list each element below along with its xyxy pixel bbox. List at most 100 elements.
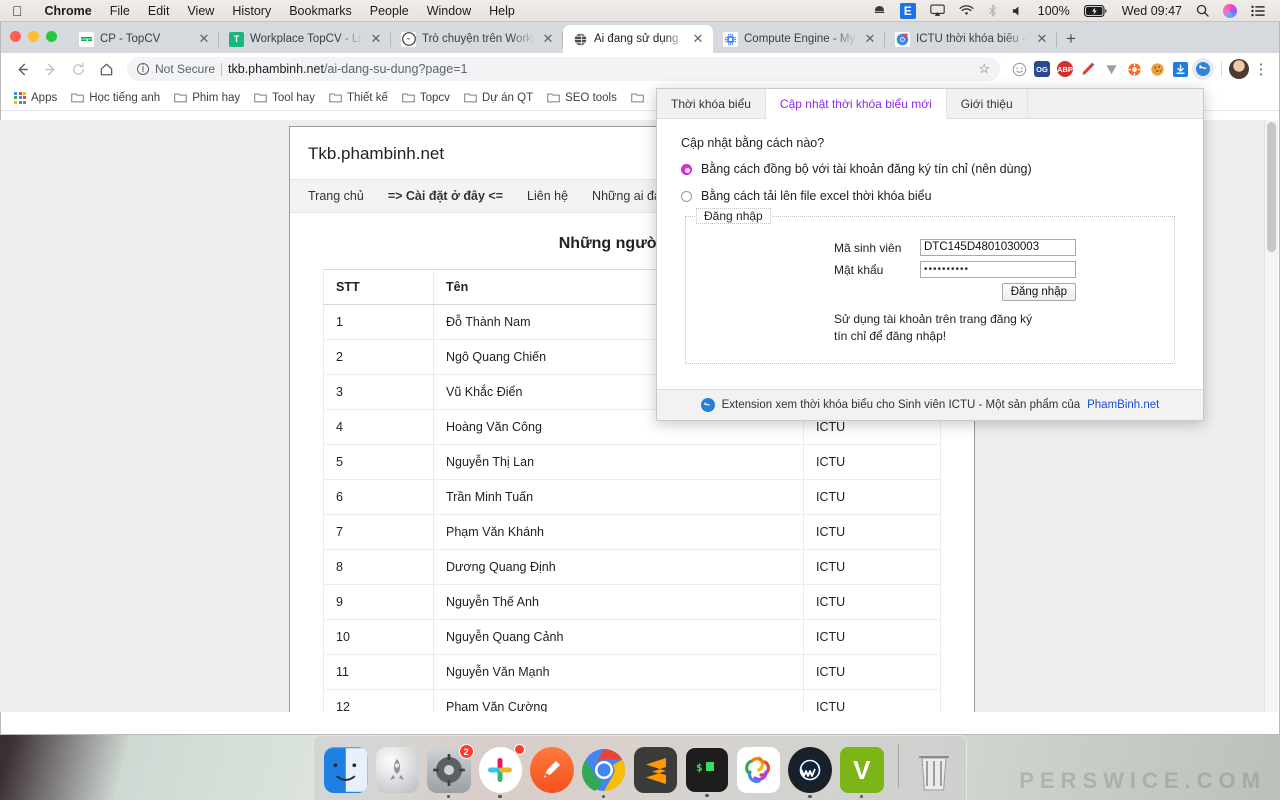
new-tab-button[interactable]: +: [1057, 25, 1085, 53]
info-icon[interactable]: i: [137, 63, 149, 75]
dock-item-photos[interactable]: [736, 747, 781, 793]
student-id-label: Mã sinh viên: [834, 240, 902, 255]
dock-item-system-preferences[interactable]: 2: [427, 744, 474, 798]
close-tab-icon[interactable]: ✕: [369, 31, 383, 47]
dock-item-sketch[interactable]: [530, 747, 574, 793]
tab-title: Workplace TopCV - Lịch s: [250, 33, 363, 45]
menu-chrome[interactable]: Chrome: [36, 4, 101, 18]
bookmark-tool-hay[interactable]: Tool hay: [247, 90, 322, 106]
close-tab-icon[interactable]: ✕: [691, 31, 705, 47]
color-pen-icon[interactable]: [1077, 58, 1099, 80]
apps-shortcut[interactable]: Apps: [7, 90, 64, 106]
evernote-status-icon[interactable]: E: [893, 2, 923, 19]
option-upload-excel[interactable]: Bằng cách tải lên file excel thời khóa b…: [681, 189, 1181, 203]
reload-button[interactable]: [65, 56, 91, 82]
menu-bookmarks[interactable]: Bookmarks: [280, 4, 361, 18]
menu-edit[interactable]: Edit: [139, 4, 179, 18]
menu-history[interactable]: History: [223, 4, 280, 18]
bookmark-topcv[interactable]: Topcv: [395, 90, 457, 106]
menu-view[interactable]: View: [178, 4, 223, 18]
running-dot: [859, 794, 864, 798]
siri-icon[interactable]: [1216, 3, 1244, 18]
password-input[interactable]: [920, 261, 1076, 278]
dropbox-icon[interactable]: [866, 4, 893, 17]
dock-item-finder[interactable]: [324, 747, 368, 793]
airplay-icon[interactable]: [923, 4, 952, 17]
tab-cap-nhat-thoi-khoa-bieu-moi[interactable]: Cập nhật thời khóa biểu mới: [765, 89, 947, 119]
dock-item-slack[interactable]: [478, 744, 526, 798]
nav-cai-dat[interactable]: => Cài đặt ở đây <=: [388, 189, 503, 203]
nav-trang-chu[interactable]: Trang chủ: [308, 189, 364, 203]
login-button[interactable]: Đăng nhập: [1001, 283, 1076, 301]
dock-item-vysor[interactable]: V: [840, 747, 884, 798]
menu-people[interactable]: People: [361, 4, 418, 18]
volume-icon[interactable]: [1004, 5, 1031, 17]
v-extension-icon[interactable]: [1100, 58, 1122, 80]
cookie-icon[interactable]: [1146, 58, 1168, 80]
dock-item-launchpad[interactable]: [375, 747, 420, 793]
menu-help[interactable]: Help: [480, 4, 524, 18]
bluetooth-icon[interactable]: [981, 4, 1004, 17]
bookmark-thiet-ke[interactable]: Thiết kế: [322, 90, 395, 106]
dock-item-workplace-chat[interactable]: [788, 747, 833, 798]
download-icon[interactable]: [1169, 58, 1191, 80]
tab-ai-dang-su-dung[interactable]: Ai đang sử dụng ✕: [563, 25, 713, 53]
folder-icon: [174, 93, 187, 103]
student-id-input[interactable]: [920, 239, 1076, 256]
tab-workplace-topcv[interactable]: T Workplace TopCV - Lịch s ✕: [219, 25, 391, 53]
wifi-icon[interactable]: [952, 4, 981, 17]
apple-logo-icon[interactable]: : [0, 4, 36, 18]
tab-cp-topcv[interactable]: CP - TopCV ✕: [69, 25, 219, 53]
login-form: Mã sinh viên Mật khẩu Đăng nhập Sử dụng …: [834, 239, 1164, 345]
bookmark-phim-hay[interactable]: Phim hay: [167, 90, 247, 106]
back-button[interactable]: [9, 56, 35, 82]
close-tab-icon[interactable]: ✕: [1035, 31, 1049, 47]
adblock-plus-icon[interactable]: ABP: [1054, 58, 1076, 80]
kebab-menu-icon[interactable]: ⋮: [1251, 60, 1271, 78]
control-center-icon[interactable]: [1244, 5, 1272, 17]
close-tab-icon[interactable]: ✕: [863, 31, 877, 47]
home-button[interactable]: [93, 56, 119, 82]
menu-file[interactable]: File: [101, 4, 139, 18]
window-traffic-lights[interactable]: [10, 31, 57, 42]
close-tab-icon[interactable]: ✕: [197, 31, 211, 47]
table-row: 10 Nguyễn Quang Cảnh ICTU: [323, 619, 941, 655]
dock-item-trash[interactable]: [913, 747, 957, 793]
menu-window[interactable]: Window: [418, 4, 480, 18]
star-icon[interactable]: ☆: [978, 61, 990, 77]
phambinh-link[interactable]: PhamBinh.net: [1087, 399, 1159, 411]
tab-workplace-chat[interactable]: Trò chuyện trên Workplac ✕: [391, 25, 563, 53]
forward-button[interactable]: [37, 56, 63, 82]
search-icon[interactable]: [1189, 4, 1216, 17]
tab-compute-engine[interactable]: Compute Engine - My Firs ✕: [713, 25, 885, 53]
cell-stt: 6: [323, 479, 434, 515]
close-window-button[interactable]: [10, 31, 21, 42]
address-bar[interactable]: i Not Secure tkb.phambinh.net/ai-dang-su…: [127, 57, 1000, 81]
lifebuoy-icon[interactable]: [1123, 58, 1145, 80]
page-scrollbar[interactable]: [1264, 120, 1278, 712]
radio-upload-excel[interactable]: [681, 190, 692, 202]
og-extension-icon[interactable]: OG: [1031, 58, 1053, 80]
smiley-icon[interactable]: [1008, 58, 1030, 80]
avatar[interactable]: [1229, 59, 1249, 79]
option-sync-account[interactable]: Bằng cách đồng bộ với tài khoản đăng ký …: [681, 162, 1181, 176]
bookmark-seo-tools[interactable]: SEO tools: [540, 90, 624, 106]
dock-item-chrome[interactable]: [581, 747, 626, 798]
radio-sync-account[interactable]: [681, 163, 692, 175]
tab-ictu-thoi-khoa-bieu[interactable]: ICTU thời khóa biểu - Chi ✕: [885, 25, 1057, 53]
maximize-window-button[interactable]: [46, 31, 57, 42]
tab-gioi-thieu[interactable]: Giới thiệu: [947, 89, 1028, 118]
dock-item-terminal[interactable]: $: [685, 747, 729, 797]
close-tab-icon[interactable]: ✕: [541, 31, 555, 47]
bookmark-du-an-qt[interactable]: Dự án QT: [457, 90, 540, 106]
clock-label[interactable]: Wed 09:47: [1115, 4, 1189, 18]
tab-thoi-khoa-bieu[interactable]: Thời khóa biểu: [657, 89, 766, 118]
bookmark-hoc-tieng-anh[interactable]: Học tiếng anh: [64, 90, 167, 106]
scrollbar-thumb[interactable]: [1267, 122, 1276, 252]
nav-lien-he[interactable]: Liên hệ: [527, 189, 568, 203]
minimize-window-button[interactable]: [28, 31, 39, 42]
bookmark-overflow[interactable]: [624, 90, 651, 105]
battery-charging-icon[interactable]: [1077, 4, 1115, 17]
tkb-extension-icon[interactable]: [1192, 58, 1214, 80]
dock-item-sublime-text[interactable]: [633, 747, 678, 793]
